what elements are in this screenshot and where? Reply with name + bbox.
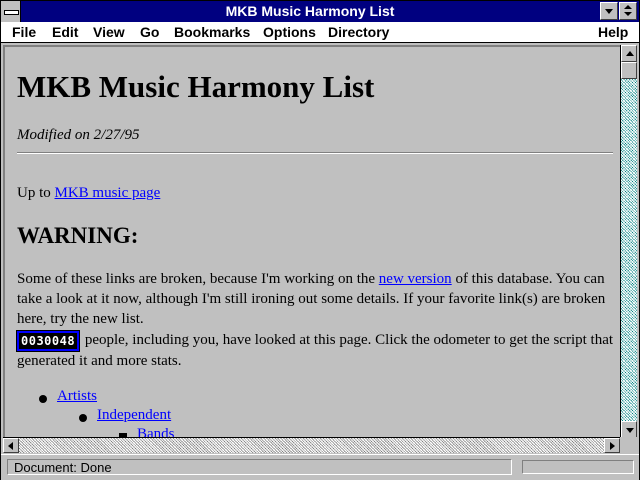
warning-text-1: Some of these links are broken, because … xyxy=(17,271,379,287)
menu-go[interactable]: Go xyxy=(140,24,159,40)
system-menu-button[interactable] xyxy=(1,1,21,22)
counter-paragraph: 0030048 people, including you, have look… xyxy=(15,329,615,371)
list-item-artists[interactable]: Artists xyxy=(57,388,97,405)
minimize-icon xyxy=(605,9,613,14)
maximize-button[interactable] xyxy=(619,2,637,20)
scroll-down-button[interactable] xyxy=(621,421,637,438)
vertical-scroll-track[interactable] xyxy=(621,62,637,421)
menu-help[interactable]: Help xyxy=(598,24,628,40)
scroll-up-button[interactable] xyxy=(621,45,637,62)
maximize-up-icon xyxy=(624,5,632,9)
menu-directory[interactable]: Directory xyxy=(328,24,389,40)
arrow-left-icon xyxy=(8,442,13,450)
document-viewport[interactable]: MKB Music Harmony List Modified on 2/27/… xyxy=(3,45,620,438)
list-item-independent[interactable]: Independent xyxy=(97,407,171,424)
vertical-scroll-thumb[interactable] xyxy=(621,62,637,79)
status-text: Document: Done xyxy=(7,459,512,475)
modified-date: Modified on 2/27/95 xyxy=(17,127,140,143)
page-heading: MKB Music Harmony List xyxy=(17,69,375,104)
new-version-link[interactable]: new version xyxy=(379,271,452,287)
odometer-counter[interactable]: 0030048 xyxy=(15,329,81,352)
scroll-corner xyxy=(620,437,637,453)
menu-edit[interactable]: Edit xyxy=(52,24,78,40)
music-page-link[interactable]: MKB music page xyxy=(55,185,161,201)
warning-heading: WARNING: xyxy=(17,223,139,248)
arrow-up-icon xyxy=(626,51,634,56)
up-to-label: Up to xyxy=(17,185,55,201)
bullet-icon xyxy=(79,414,87,422)
scroll-right-button[interactable] xyxy=(604,438,620,453)
horizontal-scroll-track[interactable] xyxy=(19,438,604,453)
menu-file[interactable]: File xyxy=(12,24,36,40)
system-menu-icon xyxy=(4,10,19,15)
menu-options[interactable]: Options xyxy=(263,24,316,40)
counter-text: people, including you, have looked at th… xyxy=(17,332,614,369)
progress-indicator xyxy=(522,460,634,474)
scroll-left-button[interactable] xyxy=(3,438,19,453)
arrow-right-icon xyxy=(610,442,615,450)
vertical-scrollbar[interactable] xyxy=(620,45,637,438)
minimize-button[interactable] xyxy=(600,2,618,20)
menu-bookmarks[interactable]: Bookmarks xyxy=(174,24,250,40)
window-title: MKB Music Harmony List xyxy=(225,3,395,19)
status-bar: Document: Done xyxy=(1,454,639,480)
title-bar[interactable]: MKB Music Harmony List xyxy=(1,1,639,22)
browser-window: MKB Music Harmony List File Edit View Go… xyxy=(0,0,640,480)
horizontal-rule xyxy=(17,152,613,154)
menu-bar: File Edit View Go Bookmarks Options Dire… xyxy=(1,22,639,43)
menu-view[interactable]: View xyxy=(93,24,125,40)
bullet-icon xyxy=(39,395,47,403)
horizontal-scrollbar[interactable] xyxy=(3,437,620,453)
up-to-line: Up to MKB music page xyxy=(17,185,160,202)
maximize-down-icon xyxy=(624,12,632,16)
warning-paragraph: Some of these links are broken, because … xyxy=(17,269,615,329)
arrow-down-icon xyxy=(626,428,634,433)
